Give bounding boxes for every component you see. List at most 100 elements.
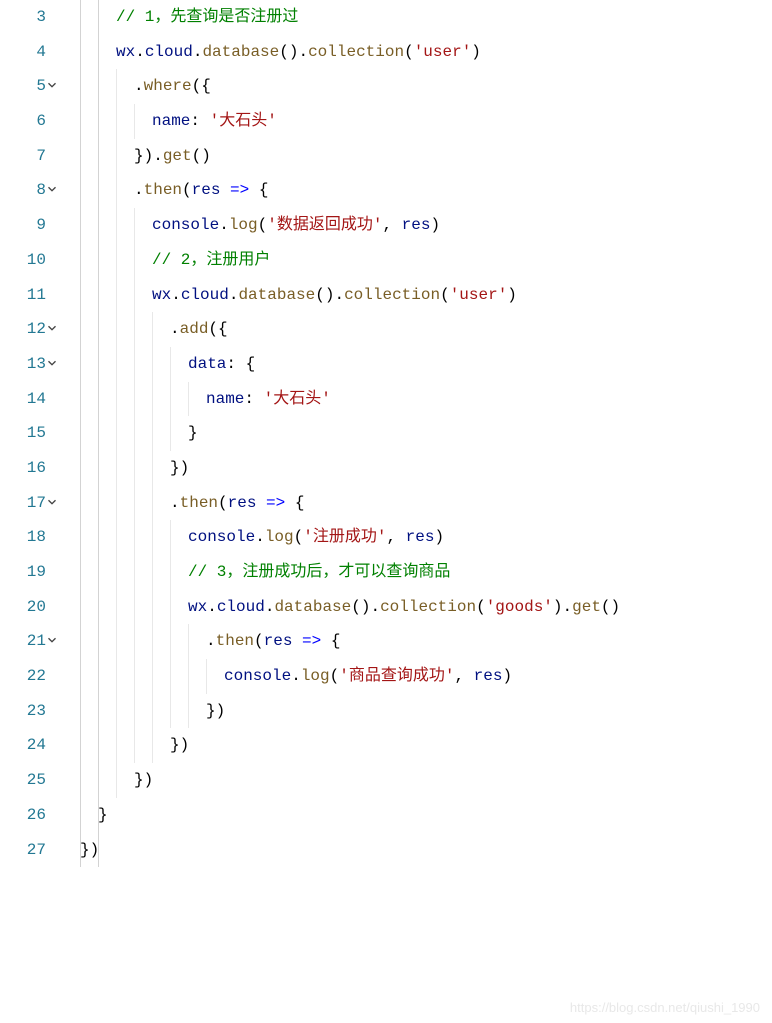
code-line[interactable]: .then(res => { <box>80 173 772 208</box>
indent-guide <box>80 69 81 104</box>
code-content: wx.cloud.database().collection('user') <box>152 286 517 304</box>
code-area[interactable]: // 1，先查询是否注册过wx.cloud.database().collect… <box>56 0 772 1023</box>
indent-guide <box>80 624 81 659</box>
code-editor[interactable]: 3456789101112131415161718192021222324252… <box>0 0 772 1023</box>
indent-guide <box>152 624 153 659</box>
code-line[interactable]: // 2，注册用户 <box>80 243 772 278</box>
indent-guide <box>98 139 99 174</box>
indent-guide <box>116 208 117 243</box>
line-number: 10 <box>0 243 46 278</box>
indent-guide <box>134 312 135 347</box>
code-line[interactable]: } <box>80 798 772 833</box>
indent-guide <box>170 624 171 659</box>
code-content: } <box>98 806 108 824</box>
code-content: }) <box>170 459 189 477</box>
code-line[interactable]: }) <box>80 833 772 868</box>
indent-guide <box>188 659 189 694</box>
indent-guide <box>98 694 99 729</box>
indent-guide <box>188 382 189 417</box>
code-content: // 3，注册成功后，才可以查询商品 <box>188 563 450 581</box>
indent-guide <box>116 659 117 694</box>
code-line[interactable]: name: '大石头' <box>80 104 772 139</box>
indent-guide <box>80 555 81 590</box>
indent-guide <box>98 624 99 659</box>
line-number: 14 <box>0 382 46 417</box>
code-line[interactable]: }) <box>80 451 772 486</box>
indent-guide <box>116 382 117 417</box>
indent-guide <box>116 555 117 590</box>
code-line[interactable]: }) <box>80 728 772 763</box>
indent-guide <box>134 728 135 763</box>
indent-guide <box>170 659 171 694</box>
indent-guide <box>98 0 99 35</box>
indent-guide <box>152 728 153 763</box>
code-line[interactable]: console.log('注册成功', res) <box>80 520 772 555</box>
line-number: 24 <box>0 728 46 763</box>
indent-guide <box>116 139 117 174</box>
indent-guide <box>98 590 99 625</box>
code-line[interactable]: .where({ <box>80 69 772 104</box>
indent-guide <box>134 520 135 555</box>
code-line[interactable]: name: '大石头' <box>80 382 772 417</box>
indent-guide <box>80 104 81 139</box>
indent-guide <box>116 520 117 555</box>
indent-guide <box>80 520 81 555</box>
line-number: 16 <box>0 451 46 486</box>
indent-guide <box>116 763 117 798</box>
code-content: wx.cloud.database().collection('goods').… <box>188 598 620 616</box>
indent-guide <box>80 347 81 382</box>
indent-guide <box>116 416 117 451</box>
indent-guide <box>170 555 171 590</box>
indent-guide <box>188 624 189 659</box>
indent-guide <box>98 798 99 833</box>
indent-guide <box>80 833 81 868</box>
indent-guide <box>80 798 81 833</box>
indent-guide <box>134 278 135 313</box>
code-line[interactable]: // 3，注册成功后，才可以查询商品 <box>80 555 772 590</box>
code-line[interactable]: }) <box>80 694 772 729</box>
line-gutter: 3456789101112131415161718192021222324252… <box>0 0 56 1023</box>
code-content: // 2，注册用户 <box>152 251 270 269</box>
indent-guide <box>98 555 99 590</box>
indent-guide <box>98 451 99 486</box>
code-line[interactable]: wx.cloud.database().collection('user') <box>80 278 772 313</box>
indent-guide <box>170 416 171 451</box>
code-line[interactable]: console.log('商品查询成功', res) <box>80 659 772 694</box>
indent-guide <box>116 624 117 659</box>
code-line[interactable]: } <box>80 416 772 451</box>
code-line[interactable]: .then(res => { <box>80 486 772 521</box>
code-content: name: '大石头' <box>206 390 331 408</box>
code-line[interactable]: }).get() <box>80 139 772 174</box>
indent-guide <box>80 590 81 625</box>
code-content: } <box>188 424 198 442</box>
indent-guide <box>98 833 99 868</box>
code-line[interactable]: console.log('数据返回成功', res) <box>80 208 772 243</box>
line-number: 17 <box>0 486 46 521</box>
indent-guide <box>80 278 81 313</box>
line-number: 4 <box>0 35 46 70</box>
indent-guide <box>80 243 81 278</box>
code-line[interactable]: .then(res => { <box>80 624 772 659</box>
code-line[interactable]: .add({ <box>80 312 772 347</box>
indent-guide <box>80 486 81 521</box>
code-content: }) <box>170 736 189 754</box>
indent-guide <box>98 520 99 555</box>
code-content: .then(res => { <box>134 181 268 199</box>
line-number: 27 <box>0 833 46 868</box>
code-line[interactable]: }) <box>80 763 772 798</box>
code-line[interactable]: wx.cloud.database().collection('user') <box>80 35 772 70</box>
code-content: .then(res => { <box>170 494 304 512</box>
line-number: 12 <box>0 312 46 347</box>
code-line[interactable]: // 1，先查询是否注册过 <box>80 0 772 35</box>
line-number: 5 <box>0 69 46 104</box>
indent-guide <box>134 659 135 694</box>
indent-guide <box>98 243 99 278</box>
indent-guide <box>80 0 81 35</box>
code-line[interactable]: wx.cloud.database().collection('goods').… <box>80 590 772 625</box>
line-number: 20 <box>0 590 46 625</box>
code-line[interactable]: data: { <box>80 347 772 382</box>
line-number: 3 <box>0 0 46 35</box>
indent-guide <box>98 659 99 694</box>
indent-guide <box>98 278 99 313</box>
indent-guide <box>170 520 171 555</box>
